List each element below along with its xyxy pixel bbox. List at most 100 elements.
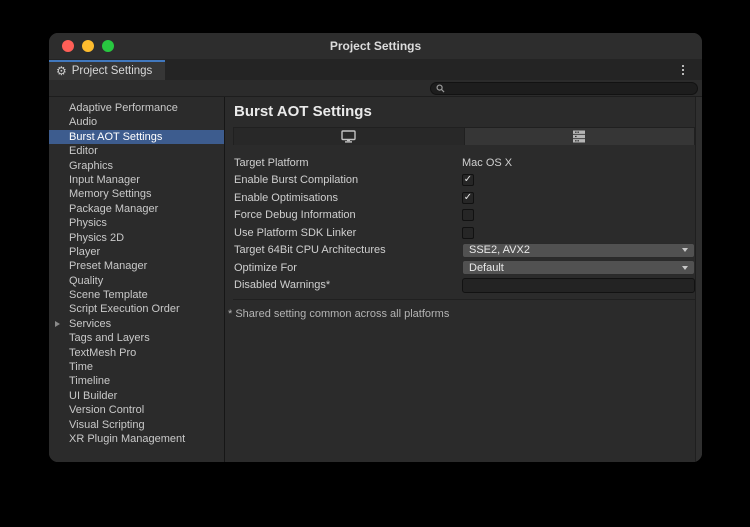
setting-row-target-64bit-cpu-architectures: Target 64Bit CPU Architectures SSE2, AVX2	[233, 242, 695, 260]
checkbox[interactable]	[462, 227, 474, 239]
sidebar-item-label: Package Manager	[69, 203, 158, 215]
vertical-scrollbar[interactable]	[695, 97, 702, 462]
search-input[interactable]	[449, 83, 692, 94]
sidebar-item-graphics[interactable]: Graphics	[49, 159, 224, 173]
setting-label: Enable Burst Compilation	[233, 174, 462, 186]
sidebar-item-label: Time	[69, 361, 93, 373]
sidebar-item-editor[interactable]: Editor	[49, 144, 224, 158]
sidebar-item-timeline[interactable]: Timeline	[49, 374, 224, 388]
window-body: Adaptive Performance Audio Burst AOT Setti…	[49, 97, 702, 462]
checkbox[interactable]	[462, 209, 474, 221]
checkbox[interactable]: ✓	[462, 192, 474, 204]
setting-value	[462, 227, 695, 239]
sidebar-item-quality[interactable]: Quality	[49, 274, 224, 288]
sidebar-item-label: Editor	[69, 145, 98, 157]
setting-value: ✓	[462, 192, 695, 204]
sidebar-item-label: Quality	[69, 275, 103, 287]
sidebar-item-physics-2d[interactable]: Physics 2D	[49, 231, 224, 245]
sidebar-item-package-manager[interactable]: Package Manager	[49, 202, 224, 216]
sidebar-item-label: Visual Scripting	[69, 419, 145, 431]
sidebar-item-label: Script Execution Order	[69, 303, 180, 315]
setting-value: SSE2, AVX2	[462, 243, 695, 258]
setting-label: Disabled Warnings*	[233, 279, 462, 291]
setting-label: Target 64Bit CPU Architectures	[233, 244, 462, 256]
sidebar-item-label: Tags and Layers	[69, 332, 150, 344]
setting-value	[462, 209, 695, 221]
chevron-down-icon	[682, 248, 688, 252]
sidebar-item-label: Physics 2D	[69, 232, 124, 244]
sidebar-item-label: Burst AOT Settings	[69, 131, 162, 143]
sidebar-item-input-manager[interactable]: Input Manager	[49, 173, 224, 187]
sidebar-item-label: UI Builder	[69, 390, 117, 402]
title-bar: Project Settings	[49, 33, 702, 60]
setting-label: Use Platform SDK Linker	[233, 227, 462, 239]
checkbox[interactable]: ✓	[462, 174, 474, 186]
shared-setting-footnote: * Shared setting common across all platf…	[225, 300, 695, 320]
setting-value: Default	[462, 260, 695, 275]
setting-row-target-platform: Target PlatformMac OS X	[233, 154, 695, 172]
setting-value: Mac OS X	[462, 157, 695, 169]
sidebar-item-services[interactable]: Services	[49, 317, 224, 331]
setting-row-optimize-for: Optimize For Default	[233, 259, 695, 277]
sidebar-item-preset-manager[interactable]: Preset Manager	[49, 259, 224, 273]
search-icon	[436, 84, 445, 93]
sidebar-item-script-execution-order[interactable]: Script Execution Order	[49, 302, 224, 316]
sidebar-item-label: XR Plugin Management	[69, 433, 185, 445]
chevron-down-icon	[682, 266, 688, 270]
sidebar-item-burst-aot-settings[interactable]: Burst AOT Settings	[49, 130, 224, 144]
sidebar-item-label: Input Manager	[69, 174, 140, 186]
setting-label: Enable Optimisations	[233, 192, 462, 204]
setting-value: ✓	[462, 174, 695, 186]
sidebar-item-label: Graphics	[69, 160, 113, 172]
sidebar-item-physics[interactable]: Physics	[49, 216, 224, 230]
settings-sidebar: Adaptive Performance Audio Burst AOT Setti…	[49, 97, 225, 462]
tab-label: Project Settings	[72, 65, 153, 77]
tab-project-settings[interactable]: ⚙ Project Settings	[49, 60, 165, 80]
setting-row-force-debug-information: Force Debug Information	[233, 207, 695, 225]
dropdown-target-64bit-cpu-architectures[interactable]: SSE2, AVX2	[462, 243, 695, 258]
setting-label: Target Platform	[233, 157, 462, 169]
project-settings-window: Project Settings ⚙ Project Settings Adap…	[48, 32, 703, 463]
setting-row-enable-optimisations: Enable Optimisations✓	[233, 189, 695, 207]
sidebar-item-label: Audio	[69, 116, 97, 128]
setting-row-use-platform-sdk-linker: Use Platform SDK Linker	[233, 224, 695, 242]
sidebar-item-label: Adaptive Performance	[69, 102, 178, 114]
settings-rows: Target PlatformMac OS XEnable Burst Comp…	[233, 145, 695, 300]
sidebar-item-adaptive-performance[interactable]: Adaptive Performance	[49, 101, 224, 115]
setting-value	[462, 278, 695, 293]
sidebar-item-time[interactable]: Time	[49, 360, 224, 374]
dropdown-optimize-for[interactable]: Default	[462, 260, 695, 275]
sidebar-item-audio[interactable]: Audio	[49, 115, 224, 129]
settings-main-panel: Burst AOT Settings	[225, 97, 702, 462]
disclosure-triangle-icon[interactable]	[55, 321, 60, 327]
dropdown-selected-value: Default	[469, 262, 682, 274]
sidebar-item-player[interactable]: Player	[49, 245, 224, 259]
platform-tab-server[interactable]	[464, 128, 695, 145]
setting-label: Force Debug Information	[233, 209, 462, 221]
sidebar-item-scene-template[interactable]: Scene Template	[49, 288, 224, 302]
platform-tab-strip	[233, 127, 695, 145]
search-toolbar	[49, 80, 702, 97]
sidebar-item-memory-settings[interactable]: Memory Settings	[49, 187, 224, 201]
gear-icon: ⚙	[56, 65, 67, 77]
dropdown-selected-value: SSE2, AVX2	[469, 244, 682, 256]
sidebar-item-visual-scripting[interactable]: Visual Scripting	[49, 418, 224, 432]
sidebar-item-label: Version Control	[69, 404, 144, 416]
kebab-menu-icon[interactable]	[676, 63, 690, 77]
sidebar-item-ui-builder[interactable]: UI Builder	[49, 389, 224, 403]
sidebar-item-label: Physics	[69, 217, 107, 229]
sidebar-item-version-control[interactable]: Version Control	[49, 403, 224, 417]
page-title: Burst AOT Settings	[225, 97, 695, 127]
setting-label: Optimize For	[233, 262, 462, 274]
sidebar-item-label: Preset Manager	[69, 260, 147, 272]
monitor-icon	[341, 130, 356, 143]
sidebar-item-label: Services	[69, 318, 111, 330]
sidebar-item-xr-plugin-management[interactable]: XR Plugin Management	[49, 432, 224, 446]
text-input-disabled-warnings[interactable]	[462, 278, 695, 293]
sidebar-item-tags-and-layers[interactable]: Tags and Layers	[49, 331, 224, 345]
sidebar-item-label: Timeline	[69, 375, 110, 387]
document-tab-bar: ⚙ Project Settings	[49, 60, 702, 80]
sidebar-item-textmesh-pro[interactable]: TextMesh Pro	[49, 346, 224, 360]
platform-tab-standalone[interactable]	[234, 128, 464, 145]
setting-row-enable-burst-compilation: Enable Burst Compilation✓	[233, 172, 695, 190]
